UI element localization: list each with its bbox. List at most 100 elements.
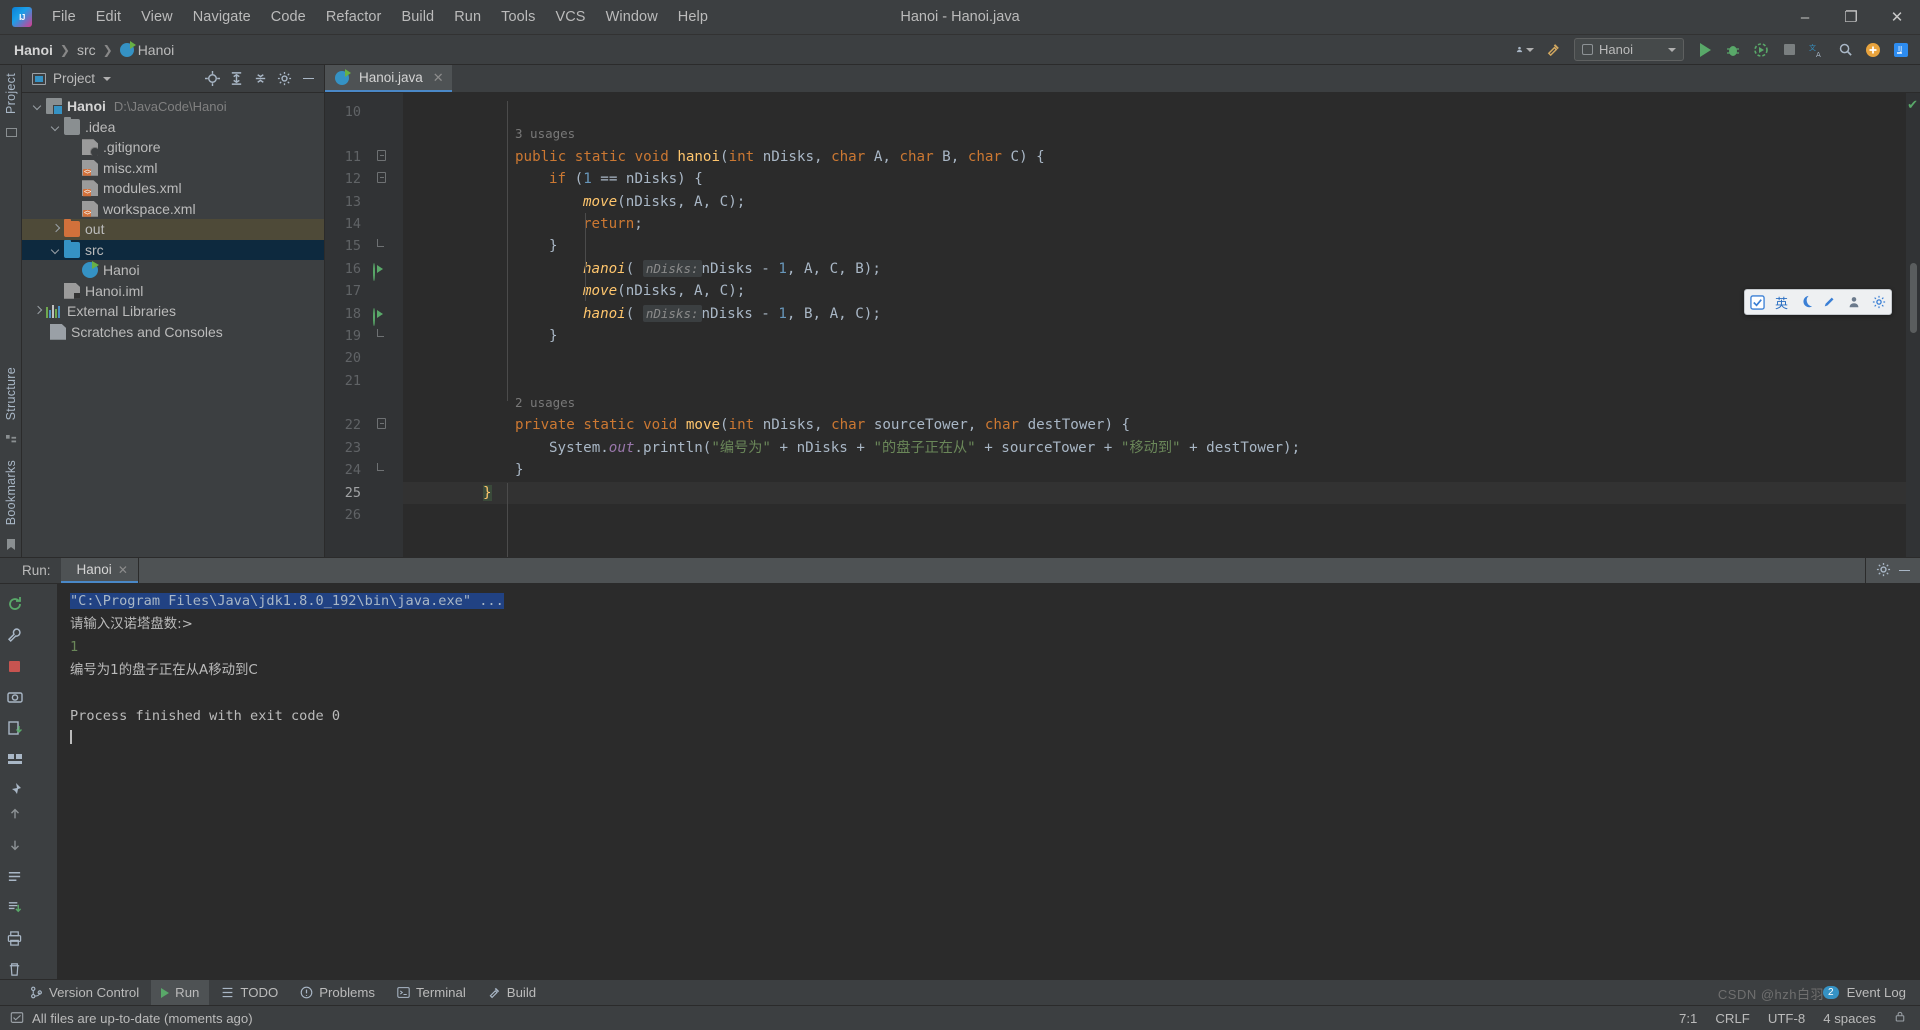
close-icon[interactable]: ✕ [118, 563, 128, 577]
menu-window[interactable]: Window [596, 0, 668, 34]
menu-code[interactable]: Code [261, 0, 316, 34]
tree-item-gitignore[interactable]: .gitignore [22, 137, 324, 158]
chevron-down-icon[interactable] [50, 121, 62, 133]
tree-item-misc-xml[interactable]: misc.xml [22, 158, 324, 179]
moon-icon[interactable] [1795, 292, 1817, 312]
trash-icon[interactable] [5, 959, 25, 979]
collapse-all-icon[interactable] [250, 69, 270, 89]
bottom-tab-terminal[interactable]: Terminal [387, 980, 476, 1005]
chevron-down-icon[interactable] [32, 100, 44, 112]
camera-icon[interactable] [5, 687, 25, 707]
close-button[interactable]: ✕ [1874, 0, 1920, 34]
breadcrumb-project[interactable]: Hanoi [14, 42, 53, 58]
settings-gear-icon[interactable] [1876, 562, 1891, 580]
fold-end-icon[interactable] [377, 239, 384, 248]
recursive-call-icon[interactable] [373, 306, 389, 326]
tree-item-modules-xml[interactable]: modules.xml [22, 178, 324, 199]
chevron-down-icon[interactable] [103, 76, 112, 81]
stop-button[interactable] [1776, 38, 1802, 62]
code-editor[interactable]: 3 usages public static void hanoi(int nD… [403, 93, 1906, 557]
line-separator[interactable]: CRLF [1715, 1011, 1749, 1026]
translate-icon[interactable]: 文A [1804, 38, 1830, 62]
settings-gear-icon[interactable] [274, 69, 294, 89]
event-log-button[interactable]: Event Log [1847, 985, 1906, 1000]
menu-build[interactable]: Build [391, 0, 444, 34]
up-arrow-icon[interactable] [5, 804, 25, 824]
tree-item-hanoi-module[interactable]: Hanoi D:\JavaCode\Hanoi [22, 96, 324, 117]
grid-icon[interactable] [5, 749, 25, 769]
run-button[interactable] [1692, 38, 1718, 62]
ime-checkbox-icon[interactable] [1746, 292, 1768, 312]
tree-item-external-libraries[interactable]: External Libraries [22, 301, 324, 322]
tree-item-idea[interactable]: .idea [22, 116, 324, 138]
menu-tools[interactable]: Tools [491, 0, 545, 34]
chinese-english-icon[interactable]: 英 [1770, 292, 1792, 312]
code-line-usage[interactable]: 3 usages [403, 123, 1906, 145]
search-everywhere-icon[interactable] [1832, 38, 1858, 62]
editor-tab-hanoi-java[interactable]: Hanoi.java ✕ [325, 65, 452, 92]
locate-target-icon[interactable] [202, 69, 222, 89]
tree-item-src[interactable]: src [22, 239, 324, 260]
export-icon[interactable] [5, 718, 25, 738]
minimize-button[interactable]: – [1782, 0, 1828, 34]
menu-run[interactable]: Run [444, 0, 491, 34]
menu-file[interactable]: File [42, 0, 86, 34]
fold-end-icon[interactable] [377, 463, 384, 472]
ide-icon[interactable]: IJ [1888, 38, 1914, 62]
fold-open-icon[interactable] [377, 172, 386, 184]
wrench-icon[interactable] [5, 625, 25, 645]
tree-item-hanoi-class[interactable]: Hanoi [22, 260, 324, 281]
fold-open-icon[interactable] [377, 418, 386, 430]
breadcrumb-class[interactable]: Hanoi [119, 40, 174, 58]
close-icon[interactable]: ✕ [433, 70, 444, 86]
run-with-coverage-button[interactable] [1748, 38, 1774, 62]
recursive-call-icon[interactable] [373, 261, 389, 281]
tool-window-bookmarks[interactable]: Bookmarks [0, 452, 21, 533]
chevron-right-icon[interactable] [50, 223, 62, 235]
tree-item-scratches[interactable]: Scratches and Consoles [22, 322, 324, 343]
bookmark-pin-icon[interactable] [5, 780, 25, 800]
fold-end-icon[interactable] [377, 328, 384, 337]
bottom-tab-todo[interactable]: TODO [211, 980, 288, 1005]
editor-gutter[interactable]: 10 11 12 13 14 15 16 17 18 19 20 21 22 2… [325, 93, 403, 557]
layout-icon[interactable] [5, 866, 25, 886]
menu-help[interactable]: Help [668, 0, 718, 34]
run-tab-hanoi[interactable]: Hanoi ✕ [60, 558, 138, 583]
rerun-icon[interactable] [5, 594, 25, 614]
down-arrow-icon[interactable] [5, 835, 25, 855]
breadcrumb-src[interactable]: src [77, 42, 96, 58]
menu-navigate[interactable]: Navigate [183, 0, 261, 34]
chevron-down-icon[interactable] [50, 244, 62, 256]
lock-icon[interactable] [1894, 1010, 1906, 1026]
tool-window-project[interactable]: Project [0, 65, 21, 122]
user-icon[interactable] [1843, 292, 1865, 312]
tool-window-structure[interactable]: Structure [0, 359, 21, 428]
maximize-button[interactable]: ❐ [1828, 0, 1874, 34]
menu-edit[interactable]: Edit [86, 0, 131, 34]
user-account-icon[interactable] [1512, 38, 1538, 62]
ime-floating-toolbar[interactable]: 英 [1744, 289, 1892, 315]
hammer-build-icon[interactable] [1540, 38, 1566, 62]
caret-position[interactable]: 7:1 [1679, 1011, 1697, 1026]
minimize-icon[interactable] [1899, 569, 1910, 572]
debug-button[interactable] [1720, 38, 1746, 62]
editor-scrollbar-thumb[interactable] [1910, 263, 1917, 333]
code-line-usage[interactable]: 2 usages [403, 392, 1906, 414]
stop-icon[interactable] [5, 656, 25, 676]
file-encoding[interactable]: UTF-8 [1768, 1011, 1805, 1026]
console-output[interactable]: "C:\Program Files\Java\jdk1.8.0_192\bin\… [58, 584, 1920, 979]
tree-item-hanoi-iml[interactable]: Hanoi.iml [22, 281, 324, 302]
add-icon[interactable] [1860, 38, 1886, 62]
bottom-tab-run[interactable]: Run [151, 980, 210, 1005]
fold-open-icon[interactable] [377, 149, 386, 161]
scroll-to-end-icon[interactable] [5, 897, 25, 917]
tree-item-out[interactable]: out [22, 219, 324, 240]
tree-item-workspace-xml[interactable]: workspace.xml [22, 199, 324, 220]
expand-all-icon[interactable] [226, 69, 246, 89]
bottom-tab-version-control[interactable]: Version Control [20, 980, 149, 1005]
menu-vcs[interactable]: VCS [545, 0, 595, 34]
menu-view[interactable]: View [131, 0, 183, 34]
run-configuration-selector[interactable]: Hanoi [1574, 38, 1684, 61]
settings-gear-icon[interactable] [1868, 292, 1890, 312]
hide-panel-icon[interactable] [298, 69, 318, 89]
